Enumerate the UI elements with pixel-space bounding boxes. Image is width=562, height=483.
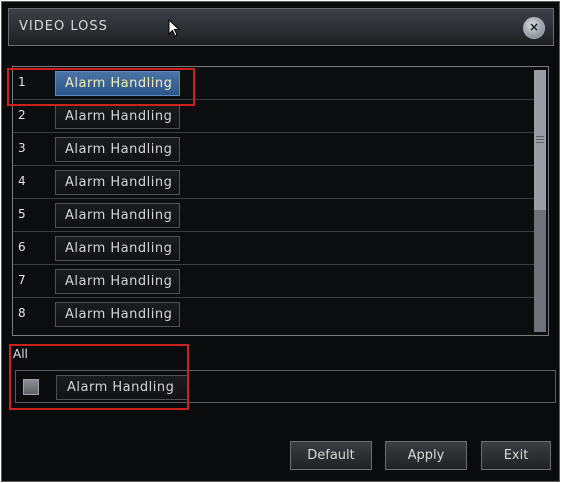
alarm-handling-button[interactable]: Alarm Handling <box>55 269 180 294</box>
scrollbar[interactable] <box>534 70 546 332</box>
all-label: All <box>13 347 28 361</box>
alarm-handling-button[interactable]: Alarm Handling <box>55 71 180 96</box>
window-title: VIDEO LOSS <box>19 19 108 34</box>
title-bar: VIDEO LOSS × <box>8 8 554 46</box>
grip-line <box>536 139 544 140</box>
channel-row: 7 Alarm Handling <box>13 265 536 298</box>
alarm-handling-button[interactable]: Alarm Handling <box>55 203 180 228</box>
channel-number: 1 <box>18 75 26 89</box>
apply-button[interactable]: Apply <box>385 441 467 470</box>
scrollbar-thumb[interactable] <box>534 70 546 210</box>
alarm-handling-button[interactable]: Alarm Handling <box>55 302 180 327</box>
channel-row: 5 Alarm Handling <box>13 199 536 232</box>
channel-number: 2 <box>18 108 26 122</box>
channel-row: 2 Alarm Handling <box>13 100 536 133</box>
channel-number: 3 <box>18 141 26 155</box>
channel-row: 3 Alarm Handling <box>13 133 536 166</box>
mouse-pointer-icon <box>168 19 180 37</box>
all-row: Alarm Handling <box>15 370 556 403</box>
channel-number: 4 <box>18 174 26 188</box>
channel-number: 8 <box>18 306 26 320</box>
channel-row: 8 Alarm Handling <box>13 298 536 331</box>
grip-line <box>536 136 544 137</box>
channel-list: 1 Alarm Handling 2 Alarm Handling 3 Alar… <box>12 66 549 336</box>
exit-button[interactable]: Exit <box>481 441 551 470</box>
all-checkbox[interactable] <box>23 379 39 395</box>
channel-number: 6 <box>18 240 26 254</box>
all-alarm-handling-button[interactable]: Alarm Handling <box>56 375 188 400</box>
alarm-handling-button[interactable]: Alarm Handling <box>55 236 180 261</box>
channel-row: 4 Alarm Handling <box>13 166 536 199</box>
alarm-handling-button[interactable]: Alarm Handling <box>55 170 180 195</box>
channel-row: 6 Alarm Handling <box>13 232 536 265</box>
alarm-handling-button[interactable]: Alarm Handling <box>55 104 180 129</box>
channel-number: 5 <box>18 207 26 221</box>
channel-number: 7 <box>18 273 26 287</box>
alarm-handling-button[interactable]: Alarm Handling <box>55 137 180 162</box>
grip-line <box>536 142 544 143</box>
close-icon[interactable]: × <box>523 17 545 39</box>
default-button[interactable]: Default <box>290 441 372 470</box>
channel-row: 1 Alarm Handling <box>13 67 536 100</box>
